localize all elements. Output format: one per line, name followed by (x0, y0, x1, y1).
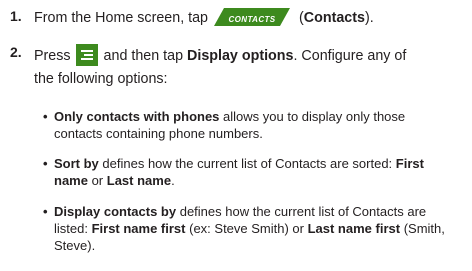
bullet-text: (ex: Steve Smith) or (185, 221, 308, 236)
bullet-text: defines how the current list of Contacts… (98, 156, 396, 171)
option-value: name (54, 173, 88, 188)
option-value: First name first (91, 221, 186, 236)
menu-key-icon (75, 44, 98, 66)
bullet-line: listed: First name first (ex: Steve Smit… (54, 221, 445, 237)
bullet-line: Steve). (54, 238, 95, 254)
option-value: Last name (106, 173, 172, 188)
step-text: Press (34, 48, 71, 64)
bullet-text: or (87, 173, 107, 188)
step-text: and then tap (103, 48, 184, 64)
option-value: First (395, 156, 424, 171)
bullet-text: (Smith, (400, 221, 445, 236)
bullet-line: contacts containing phone numbers. (54, 126, 263, 142)
step-text: From the Home screen, tap (34, 10, 209, 26)
option-name: Display contacts by (54, 204, 177, 219)
bullet-dot: • (43, 204, 48, 219)
bullet-text: defines how the current list of Contacts… (176, 204, 427, 219)
step-number: 2. (10, 44, 22, 60)
bullet-line: Sort by defines how the current list of … (54, 156, 424, 172)
step-text: ). (364, 10, 374, 26)
step-2-line-1: Press and then tap Display options. Confi… (34, 44, 406, 66)
bullet-text: allows you to display only those (219, 109, 406, 124)
option-name: Sort by (54, 156, 99, 171)
bullet-dot: • (43, 109, 48, 124)
bullet-text: Steve). (54, 238, 96, 253)
step-text: . Configure any of (293, 48, 407, 64)
contacts-app-icon: CONTACTS (214, 8, 291, 26)
bullet-line: Only contacts with phones allows you to … (54, 109, 405, 125)
step-2-line-2: the following options: (34, 71, 168, 87)
bullet-text: . (171, 173, 175, 188)
bullet-text: contacts containing phone numbers. (54, 126, 263, 141)
bullet-dot: • (43, 156, 48, 171)
bullet-line: Display contacts by defines how the curr… (54, 204, 426, 220)
display-options-label: Display options (187, 48, 294, 64)
bullet-text: listed: (54, 221, 92, 236)
contacts-icon-label: CONTACTS (228, 15, 276, 24)
bullet-line: name or Last name. (54, 173, 175, 189)
step-number: 1. (10, 8, 22, 24)
option-name: Only contacts with phones (54, 109, 220, 124)
step-1-text: From the Home screen, tap CONTACTS (Contac… (34, 8, 374, 27)
option-value: Last name first (307, 221, 401, 236)
contacts-label: Contacts (303, 10, 365, 26)
